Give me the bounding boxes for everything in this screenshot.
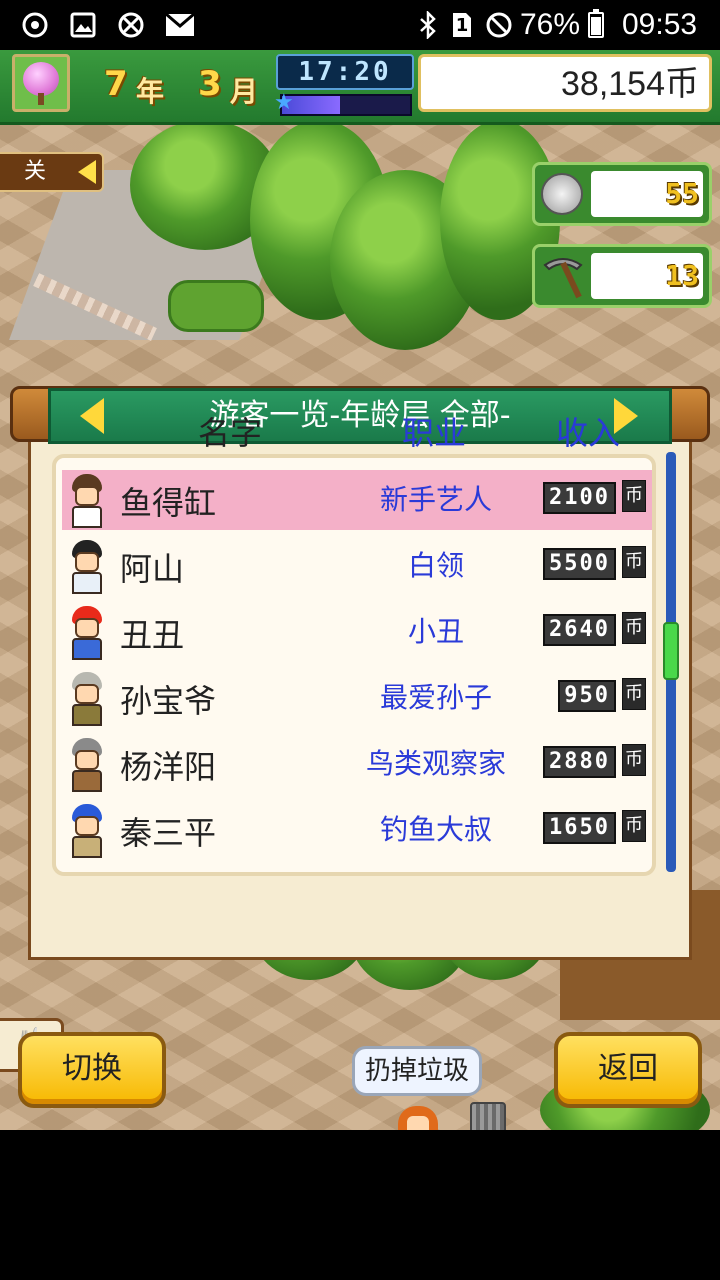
throw-trash-button[interactable]: 扔掉垃圾 bbox=[352, 1046, 482, 1096]
trash-can-icon bbox=[470, 1102, 506, 1130]
column-header-job[interactable]: 职业 bbox=[402, 408, 466, 454]
visitor-job: 最爱孙子 bbox=[379, 681, 492, 714]
battery-percent: 76% bbox=[520, 8, 581, 41]
visitor-income: 2880 bbox=[543, 746, 616, 778]
top-hud: 7 年 3 月 17:20 ★ 38,154币 bbox=[0, 50, 720, 125]
visitor-name: 杨洋阳 bbox=[120, 748, 217, 786]
visitor-avatar-icon bbox=[68, 474, 106, 528]
visitor-income: 5500 bbox=[543, 548, 616, 580]
switch-button[interactable]: 切换 bbox=[18, 1032, 166, 1108]
day-progress-bar bbox=[280, 94, 412, 116]
visitor-name: 丑丑 bbox=[120, 616, 185, 654]
star-icon: ★ bbox=[274, 90, 294, 115]
visitor-job: 小丑 bbox=[407, 615, 464, 648]
currency-icon: 币 bbox=[622, 810, 646, 842]
medal-counter[interactable]: 55 bbox=[532, 162, 712, 226]
sync-icon bbox=[20, 10, 50, 40]
visitor-name: 孙宝爷 bbox=[120, 682, 217, 720]
visitor-row[interactable]: 秦三平 钓鱼大叔 1650 币 bbox=[62, 800, 652, 860]
visitor-income: 2100 bbox=[543, 482, 616, 514]
money-display: 38,154币 bbox=[418, 54, 712, 112]
visitor-avatar-icon bbox=[68, 606, 106, 660]
currency-icon: 币 bbox=[622, 744, 646, 776]
visitor-avatar-icon bbox=[68, 804, 106, 858]
visitor-row[interactable]: 孙宝爷 最爱孙子 950 币 bbox=[62, 668, 652, 728]
visitor-income: 950 bbox=[558, 680, 616, 712]
visitor-row[interactable]: 杨洋阳 鸟类观察家 2880 币 bbox=[62, 734, 652, 794]
hedge bbox=[168, 280, 264, 332]
mail-icon bbox=[164, 10, 196, 40]
visitor-row[interactable]: 阿山 白领 5500 币 bbox=[62, 536, 652, 596]
game-clock: 17:20 bbox=[276, 54, 414, 90]
column-header-income[interactable]: 收入 bbox=[556, 408, 620, 454]
currency-icon: 币 bbox=[622, 612, 646, 644]
game-scene[interactable]: 7 年 3 月 17:20 ★ 38,154币 关 55 13 游客一览-年龄层… bbox=[0, 50, 720, 1130]
arrow-left-icon bbox=[78, 160, 96, 184]
month-value: 3 bbox=[198, 64, 222, 104]
medal-icon bbox=[541, 173, 583, 215]
navigation-area bbox=[0, 1130, 720, 1280]
side-menu-tab[interactable]: 关 bbox=[0, 152, 104, 192]
visitor-avatar-icon bbox=[68, 738, 106, 792]
year-value: 7 bbox=[104, 64, 128, 104]
visitor-avatar-icon bbox=[68, 540, 106, 594]
status-bar: 1 76% 09:53 bbox=[0, 0, 720, 50]
year-unit: 年 bbox=[136, 75, 165, 108]
visitor-name: 秦三平 bbox=[120, 814, 217, 852]
currency-icon: 币 bbox=[622, 678, 646, 710]
visitor-job: 钓鱼大叔 bbox=[379, 813, 492, 846]
pickaxe-counter[interactable]: 13 bbox=[532, 244, 712, 308]
park-rank-icon[interactable] bbox=[12, 54, 70, 112]
blocked-location-icon bbox=[116, 10, 146, 40]
visitor-income: 1650 bbox=[543, 812, 616, 844]
visitor-list[interactable]: 鱼得缸 新手艺人 2100 币阿山 白领 5500 币丑丑 小丑 2640 币孙宝爷 最爱孙子 950… bbox=[52, 454, 656, 876]
currency-icon: 币 bbox=[622, 546, 646, 578]
column-header-name[interactable]: 名字 bbox=[198, 408, 262, 454]
bluetooth-icon bbox=[416, 10, 440, 40]
back-button[interactable]: 返回 bbox=[554, 1032, 702, 1108]
visitor-avatar-icon bbox=[68, 672, 106, 726]
status-time: 09:53 bbox=[622, 8, 698, 41]
visitor-job: 新手艺人 bbox=[379, 483, 492, 516]
battery-icon bbox=[588, 9, 604, 38]
prev-filter-button[interactable] bbox=[80, 398, 104, 434]
image-icon bbox=[68, 10, 98, 40]
visitor-row[interactable]: 鱼得缸 新手艺人 2100 币 bbox=[62, 470, 652, 530]
visitor-income: 2640 bbox=[543, 614, 616, 646]
visitor-row[interactable]: 丑丑 小丑 2640 币 bbox=[62, 602, 652, 662]
currency-icon: 币 bbox=[622, 480, 646, 512]
pickaxe-icon bbox=[543, 258, 583, 299]
visitor-name: 鱼得缸 bbox=[120, 484, 217, 522]
visitor-job: 鸟类观察家 bbox=[365, 747, 506, 780]
scrollbar-thumb[interactable] bbox=[663, 622, 679, 680]
month-unit: 月 bbox=[230, 75, 259, 108]
visitor-name: 阿山 bbox=[120, 550, 185, 588]
staff-character[interactable] bbox=[398, 1106, 438, 1130]
do-not-disturb-icon bbox=[484, 10, 514, 40]
visitor-job: 白领 bbox=[407, 549, 464, 582]
sim-icon: 1 bbox=[450, 10, 474, 40]
